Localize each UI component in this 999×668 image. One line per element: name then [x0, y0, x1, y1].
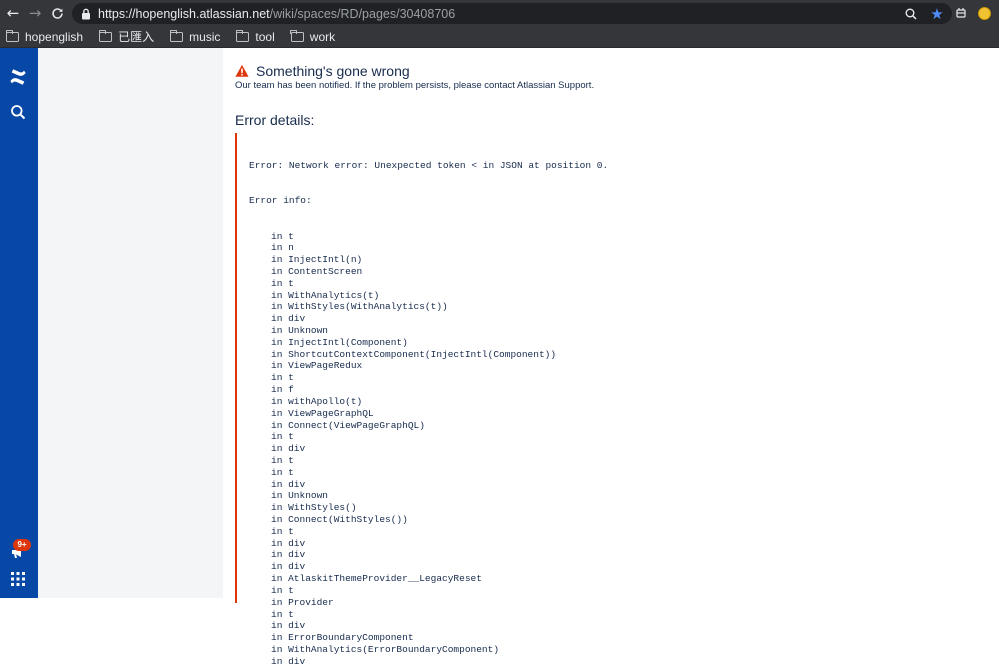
bookmarks-bar: hopenglish 已匯入 music tool work [0, 26, 999, 48]
stack-frame: in div [271, 549, 306, 561]
notification-badge: 9+ [13, 539, 31, 551]
stack-frame: in WithAnalytics(t) [271, 289, 380, 301]
url-text[interactable]: https://hopenglish.atlassian.net/wiki/sp… [98, 7, 455, 21]
stack-frame: in WithStyles() [271, 502, 357, 514]
stack-frame: in t [271, 608, 294, 620]
url-path: /wiki/spaces/RD/pages/30408706 [269, 6, 456, 21]
stack-frame: in AtlaskitThemeProvider__LegacyReset [271, 573, 482, 585]
stack-frame: in f [271, 384, 294, 396]
error-details-heading: Error details: [235, 112, 315, 128]
stack-frame: in t [271, 431, 294, 443]
stack-frame: in div [271, 537, 306, 549]
stack-frame: in Connect(ViewPageGraphQL) [271, 419, 425, 431]
bookmark-label: music [189, 29, 221, 44]
folder-icon [169, 29, 184, 42]
stack-frame: in ViewPageRedux [271, 360, 363, 372]
stack-frame: in div [271, 443, 306, 455]
stack-frame: in div [271, 313, 306, 325]
error-info-label: Error info: [249, 195, 312, 207]
bookmark-star-icon[interactable]: ★ [930, 6, 944, 23]
error-page: Something's gone wrong Our team has been… [223, 48, 999, 667]
bookmark-label: tool [255, 29, 275, 44]
bookmark-folder-imported[interactable]: 已匯入 [98, 28, 155, 45]
stack-frame: in WithStyles(WithAnalytics(t)) [271, 301, 448, 313]
extension-icon[interactable] [954, 6, 968, 20]
confluence-logo-icon[interactable] [9, 68, 27, 86]
profile-avatar-icon[interactable] [978, 6, 991, 20]
stack-frame: in div [271, 561, 306, 573]
stack-frame: in t [271, 454, 294, 466]
stack-frame: in t [271, 466, 294, 478]
bookmark-folder-music[interactable]: music [169, 29, 221, 44]
stack-frame: in t [271, 525, 294, 537]
stack-frame: in ShortcutContextComponent(InjectIntl(C… [271, 348, 557, 360]
stack-frame: in withApollo(t) [271, 395, 363, 407]
warning-icon [235, 64, 249, 77]
stack-frame: in InjectIntl(Component) [271, 336, 408, 348]
folder-icon [5, 29, 19, 42]
stack-frame: in div [271, 620, 306, 632]
bookmark-folder-work[interactable]: work [290, 29, 336, 44]
bookmark-label: hopenglish [25, 29, 84, 44]
stack-frame: in t [271, 584, 294, 596]
stack-frame: in div [271, 655, 306, 667]
stack-frame: in Unknown [271, 490, 329, 502]
stack-frame: in Unknown [271, 325, 329, 336]
stack-frame: in ErrorBoundaryComponent [271, 632, 414, 644]
error-details-block: Error: Network error: Unexpected token <… [235, 133, 975, 667]
folder-icon [236, 29, 250, 42]
app-switcher-icon[interactable] [11, 572, 25, 586]
content-sidebar-panel [38, 48, 223, 598]
forward-arrow-icon[interactable]: → [24, 0, 46, 26]
stack-frame: in InjectIntl(n) [271, 254, 363, 266]
bookmark-label: 已匯入 [118, 30, 155, 44]
lock-icon[interactable] [80, 8, 92, 20]
stack-frame: in Provider [271, 596, 334, 608]
error-line: Error: Network error: Unexpected token <… [249, 159, 609, 171]
browser-toolbar: ← → https://hopenglish.atlassian.net/wik… [0, 0, 999, 26]
global-sidebar: 9+ [0, 48, 38, 598]
error-header: Something's gone wrong [235, 63, 410, 79]
stack-frame: in WithAnalytics(ErrorBoundaryComponent) [271, 643, 500, 655]
stack-frame: in ContentScreen [271, 265, 363, 277]
reload-icon[interactable] [46, 0, 68, 26]
bookmark-label: work [309, 29, 336, 44]
stack-frame: in Connect(WithStyles()) [271, 514, 408, 525]
error-message: Our team has been notified. If the probl… [235, 80, 595, 91]
stack-frame: in t [271, 277, 294, 289]
stack-trace: Error: Network error: Unexpected token <… [249, 133, 975, 668]
stack-frame: in ViewPageGraphQL [271, 407, 374, 419]
stack-frame: in n [271, 242, 294, 254]
url-host: https://hopenglish.atlassian.net [98, 6, 270, 21]
stack-frame: in t [271, 372, 294, 384]
bookmark-folder-hopenglish[interactable]: hopenglish [5, 29, 84, 44]
folder-icon [290, 29, 304, 42]
stack-frame: in div [271, 478, 306, 490]
stack-frame: in t [271, 230, 294, 242]
address-bar[interactable]: https://hopenglish.atlassian.net/wiki/sp… [72, 3, 952, 24]
zoom-search-icon[interactable] [904, 7, 918, 21]
folder-icon [98, 29, 113, 42]
search-icon[interactable] [10, 104, 26, 120]
bookmark-folder-tool[interactable]: tool [236, 29, 275, 44]
back-arrow-icon[interactable]: ← [2, 0, 24, 26]
error-title: Something's gone wrong [256, 63, 410, 79]
